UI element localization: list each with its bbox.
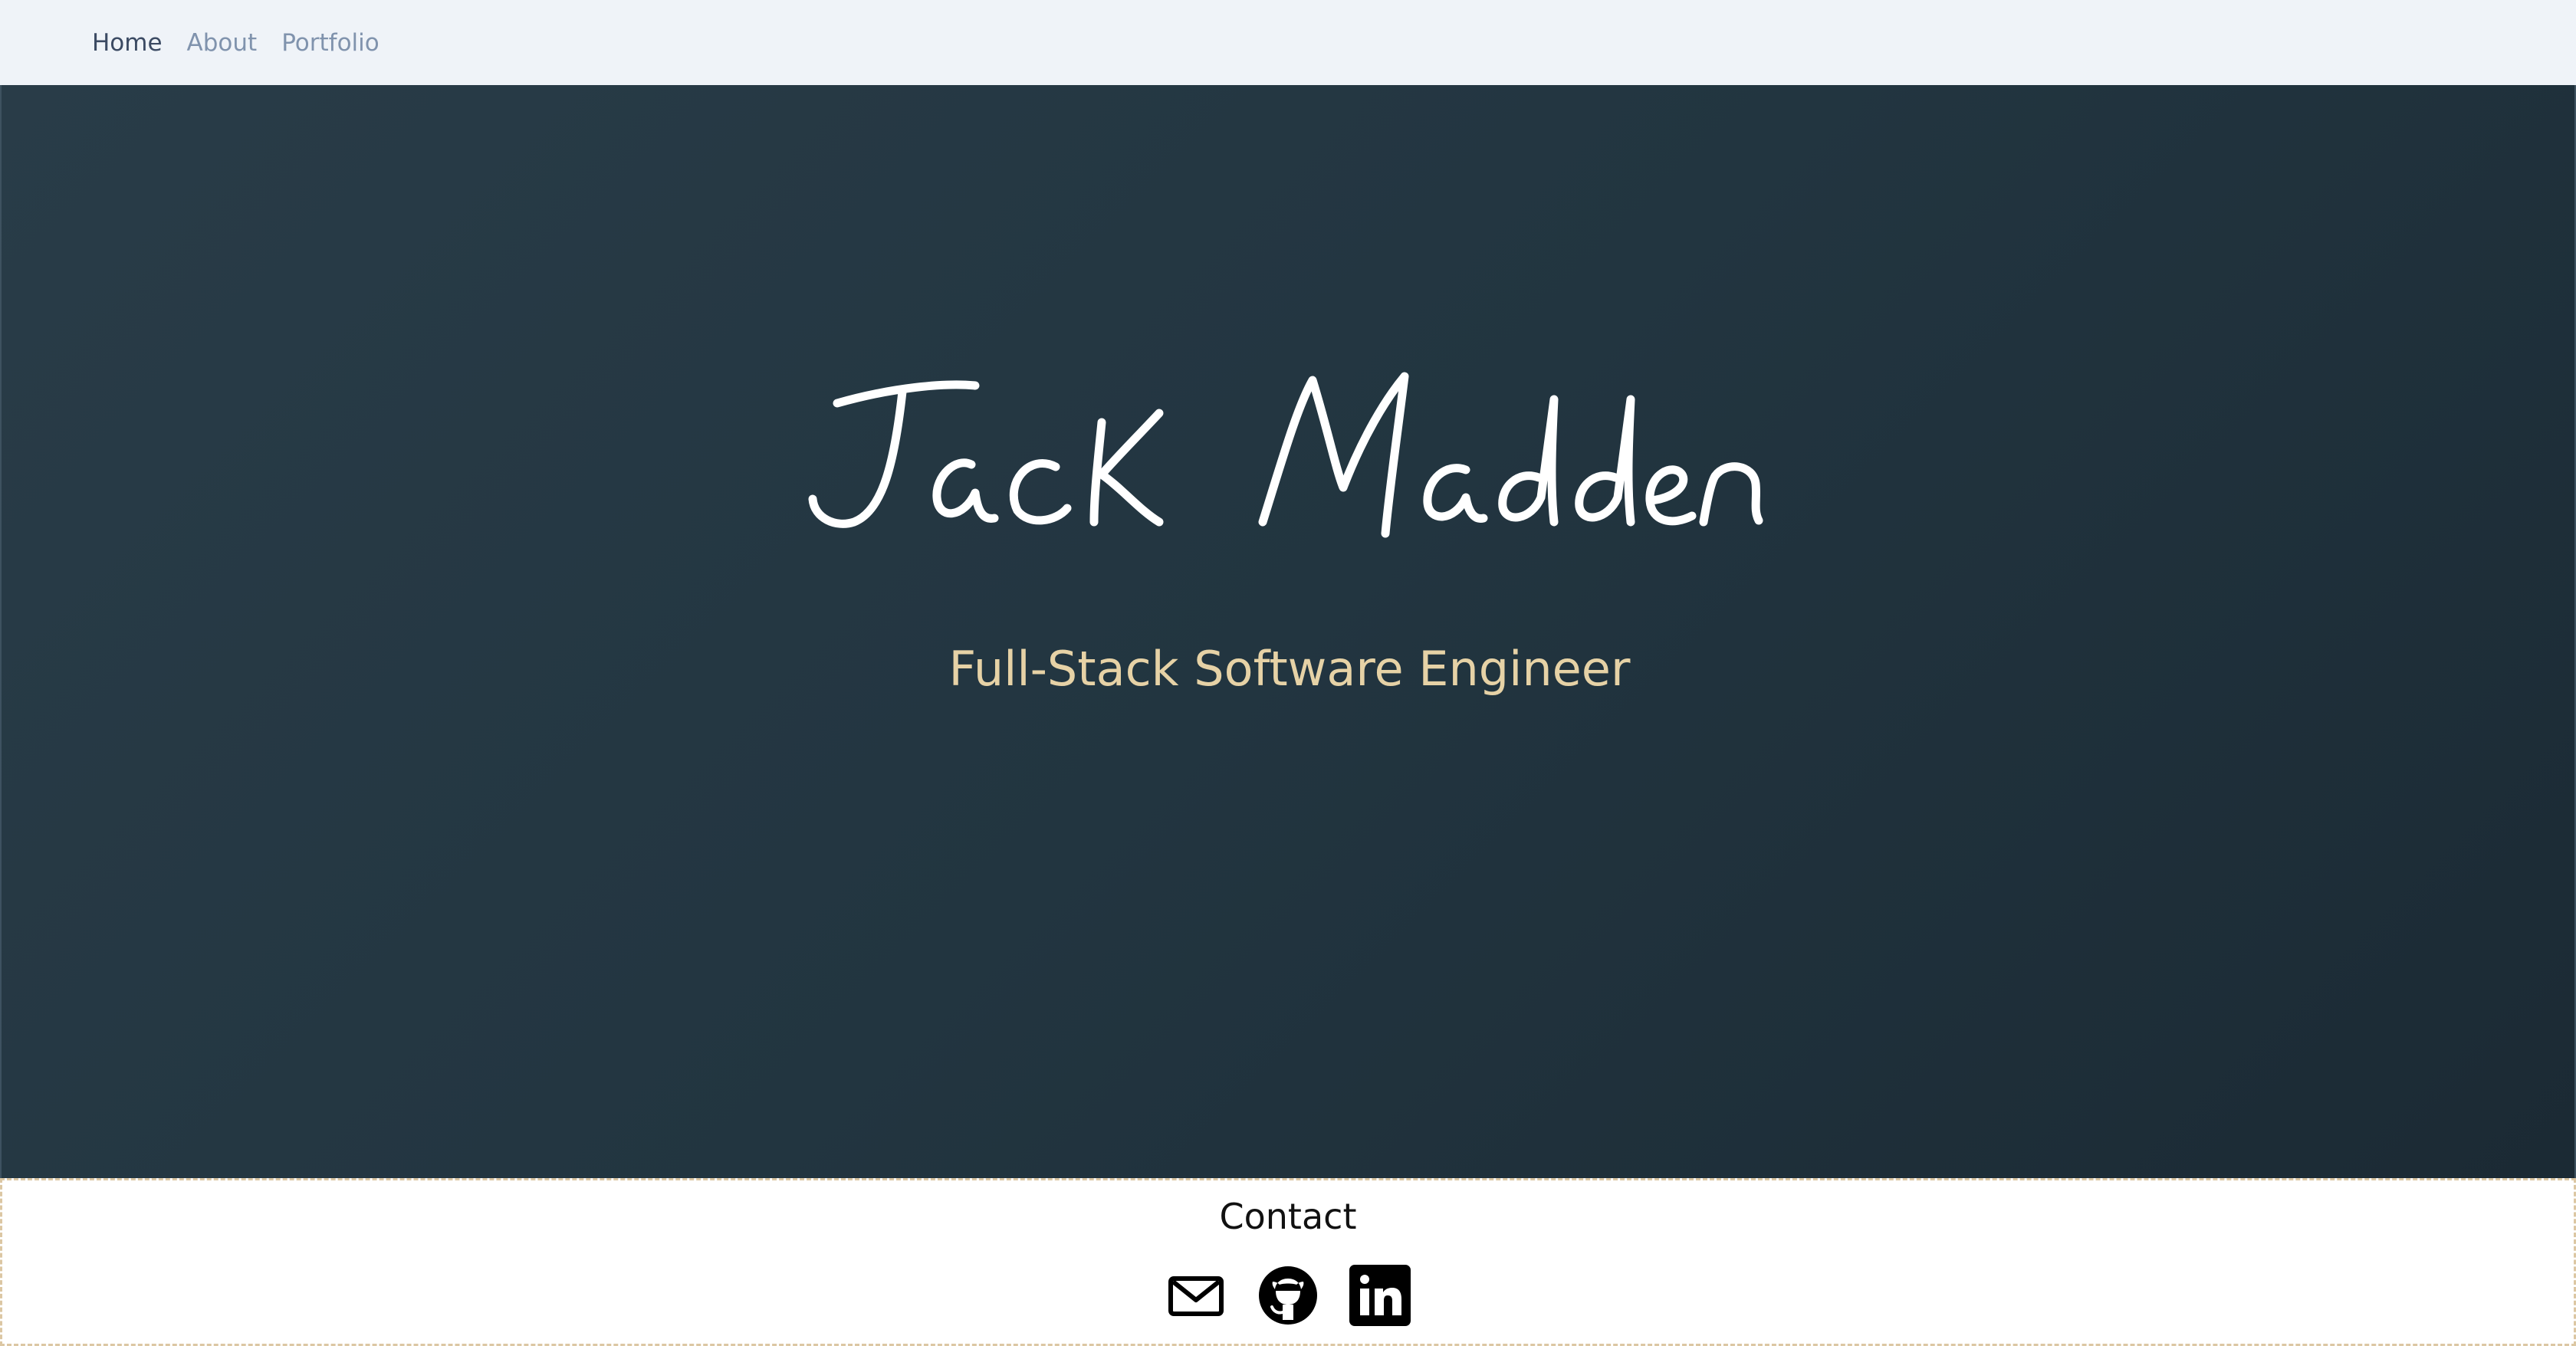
contact-title: Contact xyxy=(1219,1196,1357,1237)
hero-subtitle: Full-Stack Software Engineer xyxy=(948,641,1631,697)
nav-link-portfolio[interactable]: Portfolio xyxy=(281,29,380,57)
hero-section: Full-Stack Software Engineer xyxy=(0,85,2576,1178)
contact-section: Contact xyxy=(0,1178,2576,1346)
linkedin-icon[interactable] xyxy=(1349,1265,1411,1326)
contact-icon-row xyxy=(2,1265,2574,1326)
hero-name-signature xyxy=(808,372,1763,538)
nav-link-about[interactable]: About xyxy=(187,29,258,57)
github-icon[interactable] xyxy=(1257,1265,1319,1326)
nav-link-home[interactable]: Home xyxy=(92,29,163,57)
mail-icon[interactable] xyxy=(1165,1265,1227,1326)
top-navbar: Home About Portfolio xyxy=(0,0,2576,85)
